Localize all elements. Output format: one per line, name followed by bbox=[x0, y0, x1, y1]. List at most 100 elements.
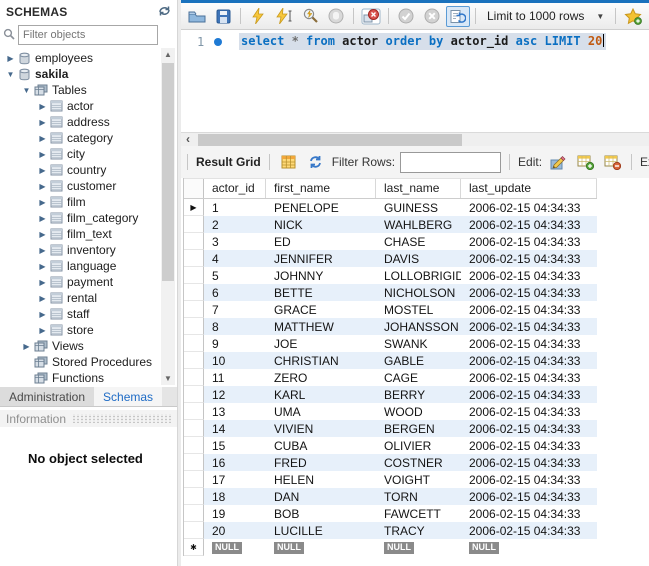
grid-cell[interactable]: GUINESS bbox=[376, 199, 461, 216]
grid-cell[interactable]: 3 bbox=[204, 233, 266, 250]
table-row[interactable]: 17HELENVOIGHT2006-02-15 04:34:33 bbox=[184, 471, 597, 488]
delete-row-icon[interactable] bbox=[601, 152, 623, 172]
expand-arrow-icon[interactable]: ▶ bbox=[36, 214, 49, 223]
grid-cell[interactable]: WOOD bbox=[376, 403, 461, 420]
row-selector[interactable] bbox=[184, 386, 204, 403]
expand-arrow-icon[interactable]: ▶ bbox=[36, 150, 49, 159]
grid-cell[interactable]: 17 bbox=[204, 471, 266, 488]
expand-arrow-icon[interactable]: ▶ bbox=[36, 278, 49, 287]
new-row-indicator[interactable]: ✱ bbox=[184, 539, 204, 556]
tree-item-country[interactable]: ▶country bbox=[0, 162, 161, 178]
grid-cell[interactable]: 19 bbox=[204, 505, 266, 522]
grid-cell[interactable]: DAVIS bbox=[376, 250, 461, 267]
expand-arrow-icon[interactable]: ▶ bbox=[36, 118, 49, 127]
execute-button[interactable] bbox=[246, 6, 270, 27]
new-row-placeholder[interactable]: ✱NULLNULLNULLNULL bbox=[184, 539, 597, 556]
sql-code-editor[interactable]: 1 select * from actor order by actor_id … bbox=[181, 30, 649, 132]
grid-cell[interactable]: JOHNNY bbox=[266, 267, 376, 284]
rollback-button[interactable] bbox=[420, 6, 444, 27]
table-row[interactable]: 8MATTHEWJOHANSSON2006-02-15 04:34:33 bbox=[184, 318, 597, 335]
row-selector[interactable] bbox=[184, 420, 204, 437]
grid-cell[interactable]: 5 bbox=[204, 267, 266, 284]
grid-cell[interactable]: COSTNER bbox=[376, 454, 461, 471]
grid-cell[interactable]: TRACY bbox=[376, 522, 461, 539]
tree-item-employees[interactable]: ▶employees bbox=[0, 50, 161, 66]
editor-horizontal-scrollbar[interactable]: ‹ bbox=[181, 132, 649, 147]
tree-item-payment[interactable]: ▶payment bbox=[0, 274, 161, 290]
grid-cell[interactable]: GRACE bbox=[266, 301, 376, 318]
export-import-label[interactable]: Export/Imp bbox=[640, 155, 649, 169]
scroll-left-icon[interactable]: ‹ bbox=[186, 132, 190, 146]
toggle-stop-on-error-button[interactable] bbox=[359, 6, 383, 27]
row-selector[interactable] bbox=[184, 352, 204, 369]
expand-arrow-icon[interactable]: ▶ bbox=[36, 134, 49, 143]
grid-cell[interactable]: 2006-02-15 04:34:33 bbox=[461, 471, 597, 488]
row-selector[interactable] bbox=[184, 267, 204, 284]
tree-item-customer[interactable]: ▶customer bbox=[0, 178, 161, 194]
insert-row-icon[interactable] bbox=[574, 152, 596, 172]
grid-cell[interactable]: BERRY bbox=[376, 386, 461, 403]
grid-cell[interactable]: BOB bbox=[266, 505, 376, 522]
expand-arrow-icon[interactable]: ▶ bbox=[36, 182, 49, 191]
table-row[interactable]: 3EDCHASE2006-02-15 04:34:33 bbox=[184, 233, 597, 250]
grid-cell[interactable]: 2006-02-15 04:34:33 bbox=[461, 352, 597, 369]
grid-cell[interactable]: KARL bbox=[266, 386, 376, 403]
row-selector[interactable] bbox=[184, 284, 204, 301]
row-selector[interactable] bbox=[184, 505, 204, 522]
row-selector[interactable] bbox=[184, 369, 204, 386]
table-row[interactable]: 5JOHNNYLOLLOBRIGIDA2006-02-15 04:34:33 bbox=[184, 267, 597, 284]
open-script-button[interactable] bbox=[185, 6, 209, 27]
table-row[interactable]: 20LUCILLETRACY2006-02-15 04:34:33 bbox=[184, 522, 597, 539]
tree-item-staff[interactable]: ▶staff bbox=[0, 306, 161, 322]
grid-cell[interactable]: ZERO bbox=[266, 369, 376, 386]
grid-cell[interactable]: CHASE bbox=[376, 233, 461, 250]
tab-schemas[interactable]: Schemas bbox=[94, 387, 162, 406]
collapse-arrow-icon[interactable]: ▼ bbox=[20, 86, 33, 95]
expand-arrow-icon[interactable]: ▶ bbox=[36, 230, 49, 239]
grid-cell[interactable]: 2006-02-15 04:34:33 bbox=[461, 301, 597, 318]
table-row[interactable]: 19BOBFAWCETT2006-02-15 04:34:33 bbox=[184, 505, 597, 522]
grid-cell[interactable]: NICHOLSON bbox=[376, 284, 461, 301]
grid-cell[interactable]: MOSTEL bbox=[376, 301, 461, 318]
scroll-up-icon[interactable]: ▲ bbox=[161, 48, 175, 61]
tree-item-tables[interactable]: ▼Tables bbox=[0, 82, 161, 98]
tree-item-views[interactable]: ▶Views bbox=[0, 338, 161, 354]
column-header-actor_id[interactable]: actor_id bbox=[204, 179, 266, 198]
grid-cell[interactable]: 4 bbox=[204, 250, 266, 267]
grid-cell[interactable]: 8 bbox=[204, 318, 266, 335]
tree-item-actor[interactable]: ▶actor bbox=[0, 98, 161, 114]
sql-statement[interactable]: select * from actor order by actor_id as… bbox=[239, 34, 606, 48]
grid-cell[interactable]: NULL bbox=[266, 539, 376, 556]
tree-item-stored-procedures[interactable]: Stored Procedures bbox=[0, 354, 161, 370]
grid-cell[interactable]: NULL bbox=[461, 539, 597, 556]
row-selector[interactable] bbox=[184, 437, 204, 454]
row-selector[interactable] bbox=[184, 301, 204, 318]
tree-item-sakila[interactable]: ▼sakila bbox=[0, 66, 161, 82]
row-selector[interactable] bbox=[184, 216, 204, 233]
new-snippet-button[interactable] bbox=[621, 6, 645, 27]
grid-cell[interactable]: SWANK bbox=[376, 335, 461, 352]
grid-cell[interactable]: FRED bbox=[266, 454, 376, 471]
grid-cell[interactable]: 2006-02-15 04:34:33 bbox=[461, 199, 597, 216]
refresh-schemas-icon[interactable] bbox=[158, 5, 171, 20]
tree-item-film-text[interactable]: ▶film_text bbox=[0, 226, 161, 242]
tree-item-rental[interactable]: ▶rental bbox=[0, 290, 161, 306]
grid-cell[interactable]: JOHANSSON bbox=[376, 318, 461, 335]
table-row[interactable]: 4JENNIFERDAVIS2006-02-15 04:34:33 bbox=[184, 250, 597, 267]
row-selector[interactable] bbox=[184, 335, 204, 352]
grid-cell[interactable]: ED bbox=[266, 233, 376, 250]
row-selector[interactable] bbox=[184, 250, 204, 267]
expand-arrow-icon[interactable]: ▶ bbox=[20, 342, 33, 351]
limit-rows-dropdown[interactable]: Limit to 1000 rows ▼ bbox=[481, 7, 610, 25]
row-selector[interactable] bbox=[184, 318, 204, 335]
grid-cell[interactable]: 2006-02-15 04:34:33 bbox=[461, 403, 597, 420]
tree-scrollbar[interactable]: ▲ ▼ bbox=[161, 48, 175, 385]
table-row[interactable]: 15CUBAOLIVIER2006-02-15 04:34:33 bbox=[184, 437, 597, 454]
grid-cell[interactable]: VOIGHT bbox=[376, 471, 461, 488]
collapse-arrow-icon[interactable]: ▼ bbox=[4, 70, 17, 79]
tree-item-city[interactable]: ▶city bbox=[0, 146, 161, 162]
grid-cell[interactable]: 2006-02-15 04:34:33 bbox=[461, 267, 597, 284]
tree-item-category[interactable]: ▶category bbox=[0, 130, 161, 146]
expand-arrow-icon[interactable]: ▶ bbox=[36, 198, 49, 207]
execute-current-statement-button[interactable] bbox=[272, 6, 296, 27]
